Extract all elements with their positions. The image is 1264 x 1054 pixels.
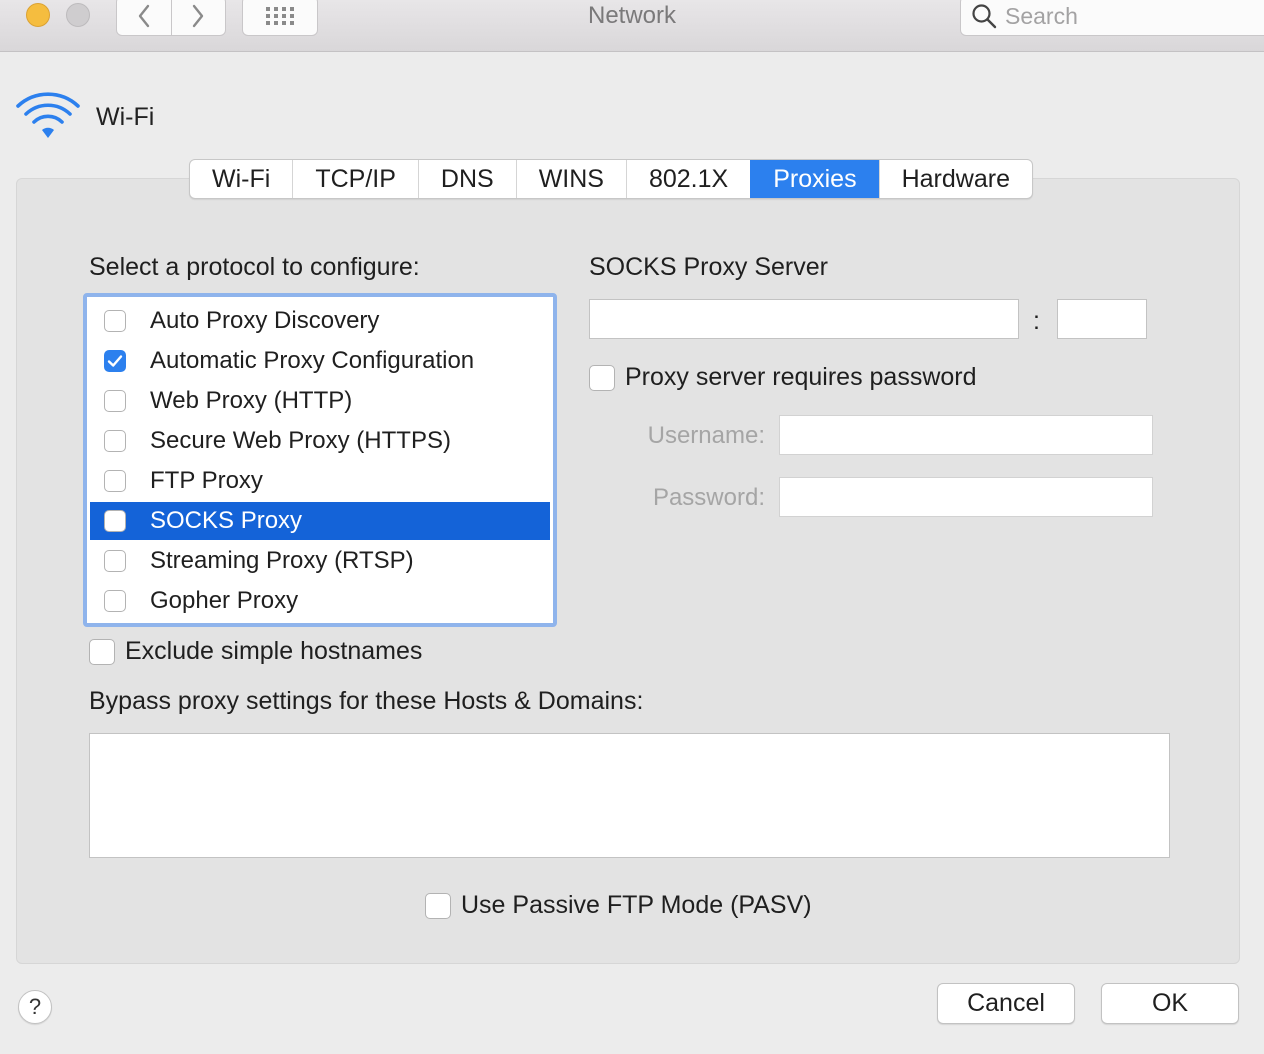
protocol-item[interactable]: Secure Web Proxy (HTTPS) [90, 422, 550, 460]
protocol-label: Gopher Proxy [150, 587, 299, 614]
interface-header: Wi-Fi [14, 92, 154, 142]
host-port-separator: : [1033, 307, 1040, 335]
proxy-port-field[interactable] [1057, 299, 1147, 339]
protocol-checkbox[interactable] [104, 430, 126, 452]
protocol-checkbox[interactable] [104, 310, 126, 332]
tab-bar: Wi-Fi TCP/IP DNS WINS 802.1X Proxies Har… [189, 159, 1033, 199]
requires-password-checkbox[interactable] [589, 364, 615, 391]
protocol-item[interactable]: Web Proxy (HTTP) [90, 382, 550, 420]
protocol-item[interactable]: Automatic Proxy Configuration [90, 342, 550, 380]
tab-wins[interactable]: WINS [515, 160, 626, 198]
protocol-heading: Select a protocol to configure: [89, 253, 420, 281]
passive-ftp-label: Use Passive FTP Mode (PASV) [461, 891, 812, 919]
help-button[interactable]: ? [18, 990, 52, 1024]
passive-ftp-checkbox[interactable] [425, 892, 451, 919]
tab-proxies[interactable]: Proxies [750, 160, 879, 198]
protocol-item[interactable]: FTP Proxy [90, 462, 550, 500]
username-input[interactable] [780, 416, 1152, 454]
proxy-host-input[interactable] [590, 300, 1018, 338]
protocol-item[interactable]: Streaming Proxy (RTSP) [90, 542, 550, 580]
search-input[interactable] [1005, 2, 1264, 30]
username-label: Username: [647, 422, 765, 449]
search-field[interactable] [960, 0, 1264, 36]
protocol-list[interactable]: Auto Proxy Discovery Automatic Proxy Conf… [83, 293, 557, 627]
exclude-simple-label: Exclude simple hostnames [125, 637, 423, 665]
protocol-checkbox[interactable] [104, 550, 126, 572]
server-heading: SOCKS Proxy Server [589, 253, 828, 281]
protocol-checkbox[interactable] [104, 390, 126, 412]
protocol-label: FTP Proxy [150, 467, 263, 494]
tab-wifi[interactable]: Wi-Fi [190, 160, 292, 198]
proxy-host-field[interactable] [589, 299, 1019, 339]
passive-ftp-row[interactable]: Use Passive FTP Mode (PASV) [425, 891, 812, 920]
wifi-icon [16, 92, 80, 138]
checkmark-icon [107, 355, 123, 367]
password-input[interactable] [780, 478, 1152, 516]
requires-password-label: Proxy server requires password [625, 363, 977, 391]
protocol-item[interactable]: SOCKS Proxy [90, 502, 550, 540]
password-field[interactable] [779, 477, 1153, 517]
protocol-item[interactable]: Gopher Proxy [90, 582, 550, 620]
protocol-checkbox[interactable] [104, 470, 126, 492]
tab-dns[interactable]: DNS [417, 160, 516, 198]
bypass-heading: Bypass proxy settings for these Hosts & … [89, 687, 644, 715]
interface-name: Wi-Fi [96, 102, 155, 131]
exclude-simple-checkbox[interactable] [89, 638, 115, 665]
title-bar: Network [0, 0, 1264, 52]
cancel-button[interactable]: Cancel [937, 983, 1075, 1024]
bypass-hosts-field[interactable] [89, 733, 1170, 858]
protocol-label: Secure Web Proxy (HTTPS) [150, 427, 451, 454]
protocol-label: Web Proxy (HTTP) [150, 387, 353, 414]
protocol-label: Streaming Proxy (RTSP) [150, 547, 414, 574]
protocol-label: Auto Proxy Discovery [150, 307, 380, 334]
exclude-simple-row[interactable]: Exclude simple hostnames [89, 637, 422, 666]
tab-8021x[interactable]: 802.1X [625, 160, 750, 198]
requires-password-row[interactable]: Proxy server requires password [589, 363, 977, 392]
protocol-label: Automatic Proxy Configuration [150, 347, 475, 374]
tab-tcpip[interactable]: TCP/IP [292, 160, 418, 198]
bypass-hosts-input[interactable] [90, 734, 1169, 857]
ok-button[interactable]: OK [1101, 983, 1239, 1024]
tab-hardware[interactable]: Hardware [878, 160, 1032, 198]
username-field[interactable] [779, 415, 1153, 455]
protocol-label: SOCKS Proxy [150, 507, 303, 534]
protocol-checkbox[interactable] [104, 350, 126, 372]
protocol-item[interactable]: Auto Proxy Discovery [90, 302, 550, 340]
protocol-checkbox[interactable] [104, 510, 126, 532]
protocol-list-body: Auto Proxy Discovery Automatic Proxy Conf… [90, 300, 550, 620]
search-icon [972, 4, 997, 29]
protocol-checkbox[interactable] [104, 590, 126, 612]
proxy-port-input[interactable] [1058, 300, 1146, 338]
password-label: Password: [652, 484, 765, 511]
